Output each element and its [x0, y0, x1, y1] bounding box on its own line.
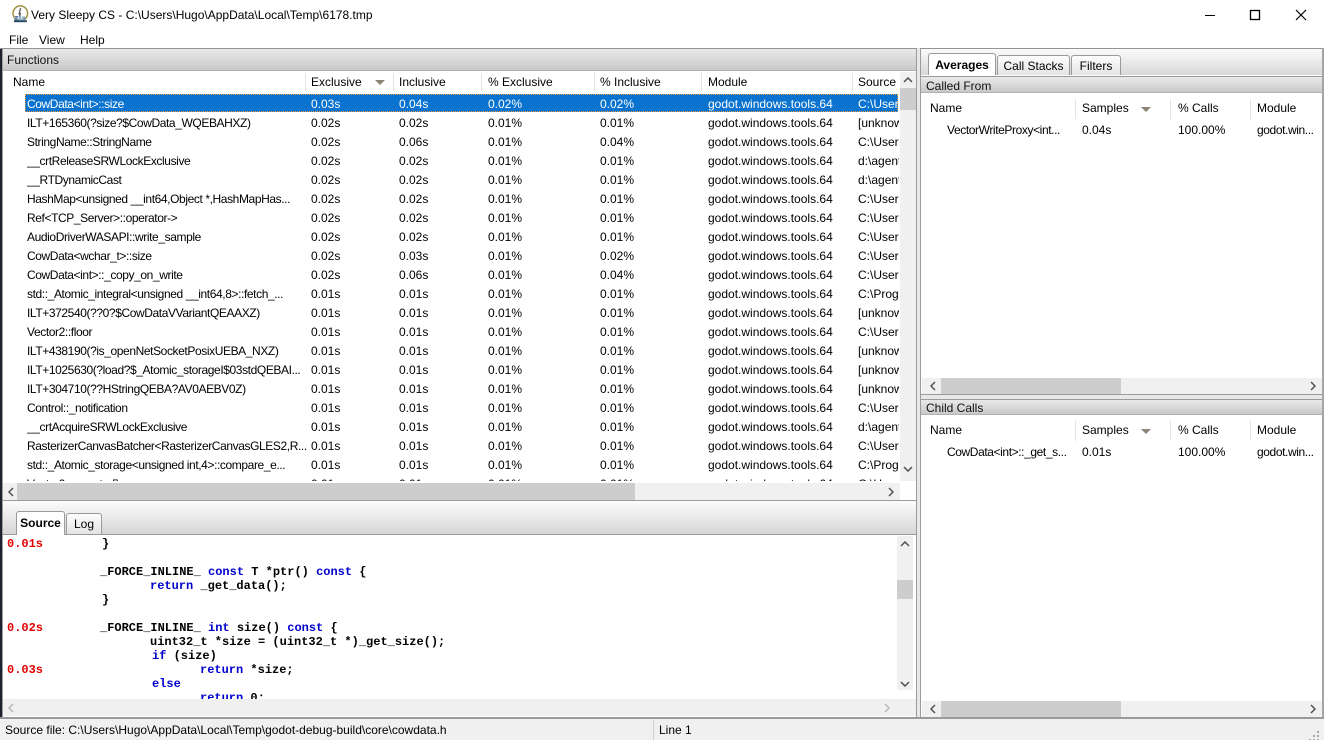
- svg-text:zzz: zzz: [14, 13, 26, 22]
